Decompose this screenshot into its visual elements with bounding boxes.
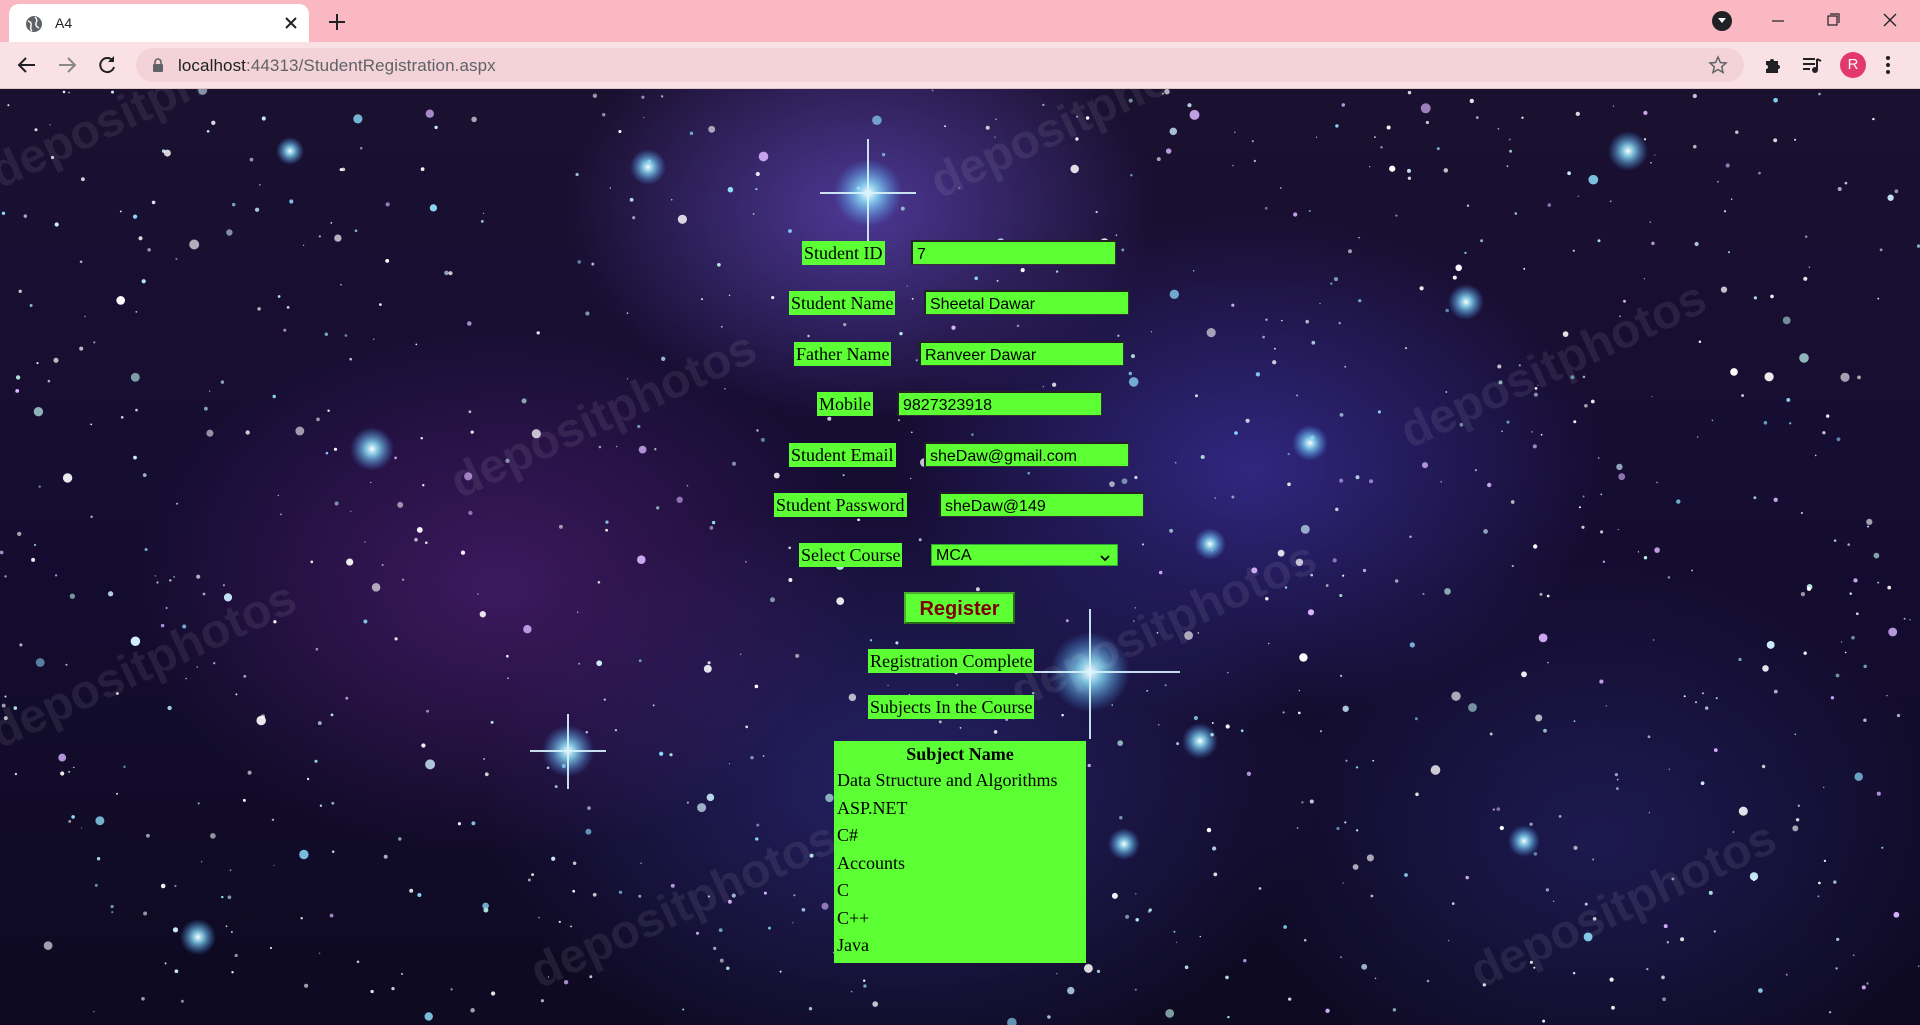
subjects-table: Subject Name Data Structure and Algorith… <box>834 741 1086 963</box>
mobile-input[interactable]: 9827323918 <box>897 391 1102 416</box>
tab-search-icon[interactable] <box>1712 11 1732 31</box>
course-label: Select Course <box>799 543 903 567</box>
close-icon[interactable] <box>281 13 301 33</box>
table-row: C# <box>837 825 859 845</box>
page-content: depositphotos depositphotos depositphoto… <box>0 89 1920 1025</box>
svg-text:depositphotos: depositphotos <box>922 89 1244 209</box>
student-id-input[interactable]: 7 <box>911 240 1116 265</box>
chevron-down-icon <box>1099 549 1111 562</box>
father-name-input[interactable]: Ranveer Dawar <box>919 341 1124 366</box>
back-icon[interactable] <box>13 51 41 79</box>
svg-text:depositphotos: depositphotos <box>442 321 764 509</box>
email-label: Student Email <box>789 443 896 467</box>
url-text: localhost:44313/StudentRegistration.aspx <box>178 56 496 76</box>
course-selected-value: MCA <box>936 547 972 564</box>
table-row: Java <box>837 935 869 955</box>
svg-text:depositphotos: depositphotos <box>0 571 304 759</box>
puzzle-icon[interactable] <box>1762 54 1784 76</box>
registration-status-message: Registration Complete <box>868 649 1035 673</box>
subjects-table-header: Subject Name <box>906 744 1014 764</box>
url-path: :44313/StudentRegistration.aspx <box>246 56 496 75</box>
browser-tab[interactable]: A4 <box>9 4 309 42</box>
avatar[interactable]: R <box>1840 52 1866 78</box>
subjects-heading: Subjects In the Course <box>868 695 1035 719</box>
password-input[interactable]: sheDaw@149 <box>939 492 1144 517</box>
address-bar[interactable]: localhost:44313/StudentRegistration.aspx <box>136 48 1744 82</box>
table-row: C <box>837 880 850 900</box>
student-name-label: Student Name <box>789 291 896 315</box>
student-name-input[interactable]: Sheetal Dawar <box>924 290 1129 315</box>
browser-toolbar: localhost:44313/StudentRegistration.aspx… <box>0 42 1920 89</box>
register-button[interactable]: Register <box>904 592 1015 624</box>
kebab-menu-icon[interactable] <box>1885 54 1891 76</box>
svg-text:depositphotos: depositphotos <box>522 811 844 999</box>
email-input[interactable]: sheDaw@gmail.com <box>924 442 1129 467</box>
svg-text:depositphotos: depositphotos <box>1392 271 1714 459</box>
table-row: C++ <box>837 907 870 928</box>
restore-icon[interactable] <box>1813 6 1853 34</box>
course-select[interactable]: MCA <box>931 544 1118 566</box>
reload-icon[interactable] <box>93 51 121 79</box>
window-close-icon[interactable] <box>1870 6 1910 34</box>
minimize-icon[interactable] <box>1758 6 1798 34</box>
password-label: Student Password <box>774 493 907 517</box>
media-icon[interactable] <box>1801 54 1823 76</box>
forward-icon[interactable] <box>53 51 81 79</box>
star-icon[interactable] <box>1708 55 1728 75</box>
url-host: localhost <box>178 56 246 75</box>
globe-icon <box>25 15 43 33</box>
tab-title: A4 <box>55 15 73 31</box>
mobile-label: Mobile <box>817 392 873 416</box>
father-name-label: Father Name <box>794 342 892 366</box>
table-row: Data Structure and Algorithms <box>837 770 1058 790</box>
tab-strip: A4 <box>0 0 1920 42</box>
table-row: Accounts <box>837 852 905 873</box>
plus-icon[interactable] <box>323 8 351 36</box>
svg-text:depositphotos: depositphotos <box>0 89 304 199</box>
student-id-label: Student ID <box>802 241 885 265</box>
table-row: ASP.NET <box>837 797 908 818</box>
lock-icon[interactable] <box>150 57 166 73</box>
